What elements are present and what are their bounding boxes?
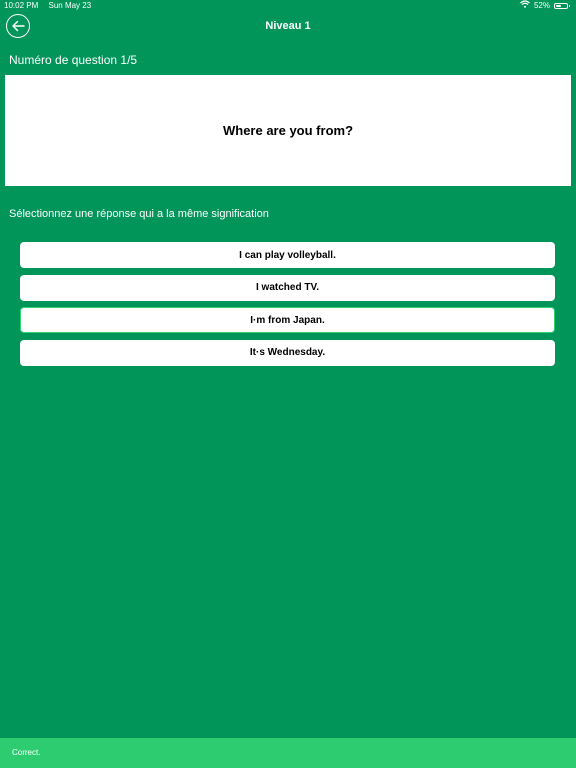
wifi-icon — [520, 0, 530, 12]
battery-percent: 52% — [533, 1, 550, 10]
nav-bar: Niveau 1 — [0, 14, 576, 42]
instruction-text: Sélectionnez une réponse qui a la même s… — [9, 208, 269, 220]
question-number: Numéro de question 1/5 — [9, 53, 138, 67]
battery-fill — [556, 5, 562, 7]
status-left: 10:02 PM Sun May 23 — [4, 0, 91, 12]
battery-icon — [554, 3, 570, 9]
answer-button-1[interactable]: I can play volleyball. — [20, 242, 555, 268]
feedback-bar: Correct. — [0, 738, 576, 768]
answer-list: I can play volleyball. I watched TV. I·m… — [20, 242, 555, 372]
feedback-message: Correct. — [12, 748, 41, 757]
question-card: Where are you from? — [5, 75, 571, 186]
page-title: Niveau 1 — [265, 20, 311, 32]
status-bar: 10:02 PM Sun May 23 52% — [0, 0, 576, 12]
answer-button-4[interactable]: It·s Wednesday. — [20, 339, 555, 366]
status-time: 10:02 PM — [4, 1, 39, 10]
answer-button-2[interactable]: I watched TV. — [20, 274, 555, 301]
status-date: Sun May 23 — [48, 1, 92, 10]
status-right: 52% — [520, 0, 570, 12]
answer-button-3[interactable]: I·m from Japan. — [20, 307, 555, 333]
question-text: Where are you from? — [222, 123, 354, 138]
